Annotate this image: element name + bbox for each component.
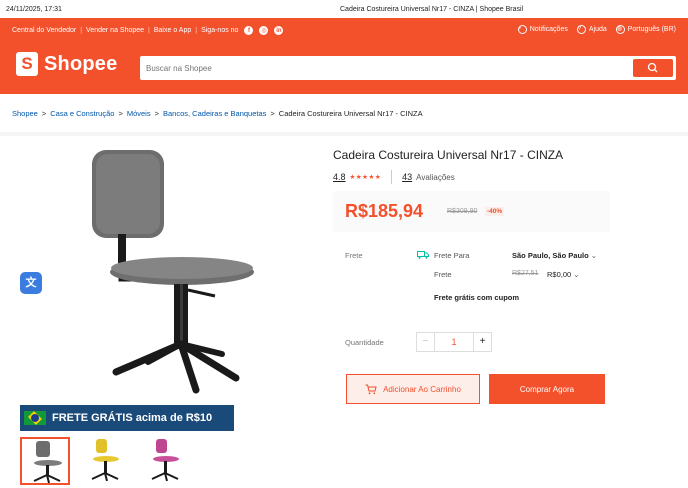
shipping-cost-label: Frete [434,270,452,279]
breadcrumb-separator: > [41,109,47,118]
print-header: 24/11/2025, 17:31 Cadeira Costureira Uni… [0,0,688,18]
shipping-to-label: Frete Para [434,251,470,260]
chevron-down-icon: ⌄ [590,251,598,260]
buy-now-label: Comprar Agora [519,384,575,394]
shipping-old-cost: R$27,51 [512,270,539,277]
print-title: Cadeira Costureira Universal Nr17 - CINZ… [340,6,524,13]
shipping-label: Frete [345,251,363,260]
globe-icon: ◍ [615,25,625,34]
thumbnail-yellow-chair[interactable] [80,437,130,485]
download-app-link[interactable]: Baixe o App [154,27,191,34]
search-bar [140,56,676,80]
breadcrumb-separator: > [154,109,159,118]
breadcrumb: Shopee > Casa e Construção > Móveis > Ba… [12,109,423,118]
brand-name: Shopee [44,52,118,75]
product-title: Cadeira Costureira Universal Nr17 - CINZ… [333,148,564,162]
product-main-image[interactable] [20,140,260,440]
language-label: Português (BR) [627,26,676,33]
rating-divider [391,170,393,184]
chevron-down-icon: ⌄ [573,270,580,279]
breadcrumb-moveis[interactable]: Móveis [127,109,151,118]
promo-text: FRETE GRÁTIS acima de R$10 [52,412,213,424]
thumbnail-gray-chair[interactable] [20,437,70,485]
free-shipping-banner: FRETE GRÁTIS acima de R$10 [20,405,234,431]
seller-center-link[interactable]: Central do Vendedor [12,27,76,34]
thumbnail-pink-chair[interactable] [140,437,190,485]
print-date: 24/11/2025, 17:31 [6,6,62,13]
help-icon: ? [576,25,586,34]
cart-plus-icon [365,384,377,394]
help-label: Ajuda [588,26,607,33]
language-selector[interactable]: ◍ Português (BR) [615,25,676,34]
breadcrumb-current: Cadeira Costureira Universal Nr17 - CINZ… [278,109,423,118]
breadcrumb-casa-construcao[interactable]: Casa e Construção [50,109,114,118]
shopee-logo[interactable]: S Shopee [16,52,117,76]
shipping-cost-selector[interactable]: R$0,00 ⌄ [547,270,580,279]
buy-now-button[interactable]: Comprar Agora [489,374,605,404]
sell-link[interactable]: Vender na Shopee [86,27,144,34]
reviews-label: Avaliações [416,172,455,182]
thumbnail-strip [20,437,220,485]
bell-icon: • [517,25,527,34]
original-price: R$309,90 [447,208,478,215]
search-icon [647,62,658,73]
brazil-flag-icon [24,411,46,425]
truck-icon [417,251,429,259]
search-button[interactable] [633,59,673,77]
quantity-label: Quantidade [345,338,384,347]
quantity-value[interactable]: 1 [435,333,473,351]
rating-stars-icon: ★★★★★ [349,174,382,181]
breadcrumb-bancos-cadeiras[interactable]: Bancos, Cadeiras e Banquetas [163,109,266,118]
facebook-icon[interactable]: f [244,26,254,35]
current-price: R$185,94 [345,201,424,221]
reviews-count[interactable]: 43 [402,172,412,182]
shopee-bag-icon: S [16,52,38,76]
top-navbar: Central do Vendedor | Vender na Shopee |… [0,18,688,44]
notifications-label: Notificações [529,26,568,33]
notifications-link[interactable]: • Notificações [517,25,568,34]
shipping-destination-selector[interactable]: São Paulo, São Paulo ⌄ [512,251,597,260]
help-link[interactable]: ? Ajuda [576,25,607,34]
translate-icon[interactable]: 文 [20,272,42,294]
destination-text: São Paulo, São Paulo [512,251,589,260]
rating-value[interactable]: 4.8 [333,172,346,182]
add-to-cart-button[interactable]: Adicionar Ao Carrinho [346,374,480,404]
free-shipping-coupon: Frete grátis com cupom [434,293,520,302]
linkedin-icon[interactable]: in [274,26,284,35]
breadcrumb-separator: > [270,109,275,118]
breadcrumb-shopee[interactable]: Shopee [12,109,38,118]
discount-badge: -40% [485,207,505,216]
quantity-stepper: − 1 + [416,332,492,352]
price-section: R$185,94 R$309,90 -40% [333,191,610,232]
quantity-decrease-button[interactable]: − [417,333,435,351]
main-header: S Shopee [0,44,688,94]
rating-row: 4.8 ★★★★★ 43 Avaliações [333,170,455,184]
follow-us-label: Siga-nos no [201,27,239,34]
quantity-increase-button[interactable]: + [473,333,491,351]
section-divider [0,132,688,136]
add-to-cart-label: Adicionar Ao Carrinho [383,384,461,394]
search-input[interactable] [146,59,626,77]
shipping-new-cost: R$0,00 [547,270,572,279]
instagram-icon[interactable]: ◎ [259,26,269,35]
breadcrumb-separator: > [118,109,123,118]
